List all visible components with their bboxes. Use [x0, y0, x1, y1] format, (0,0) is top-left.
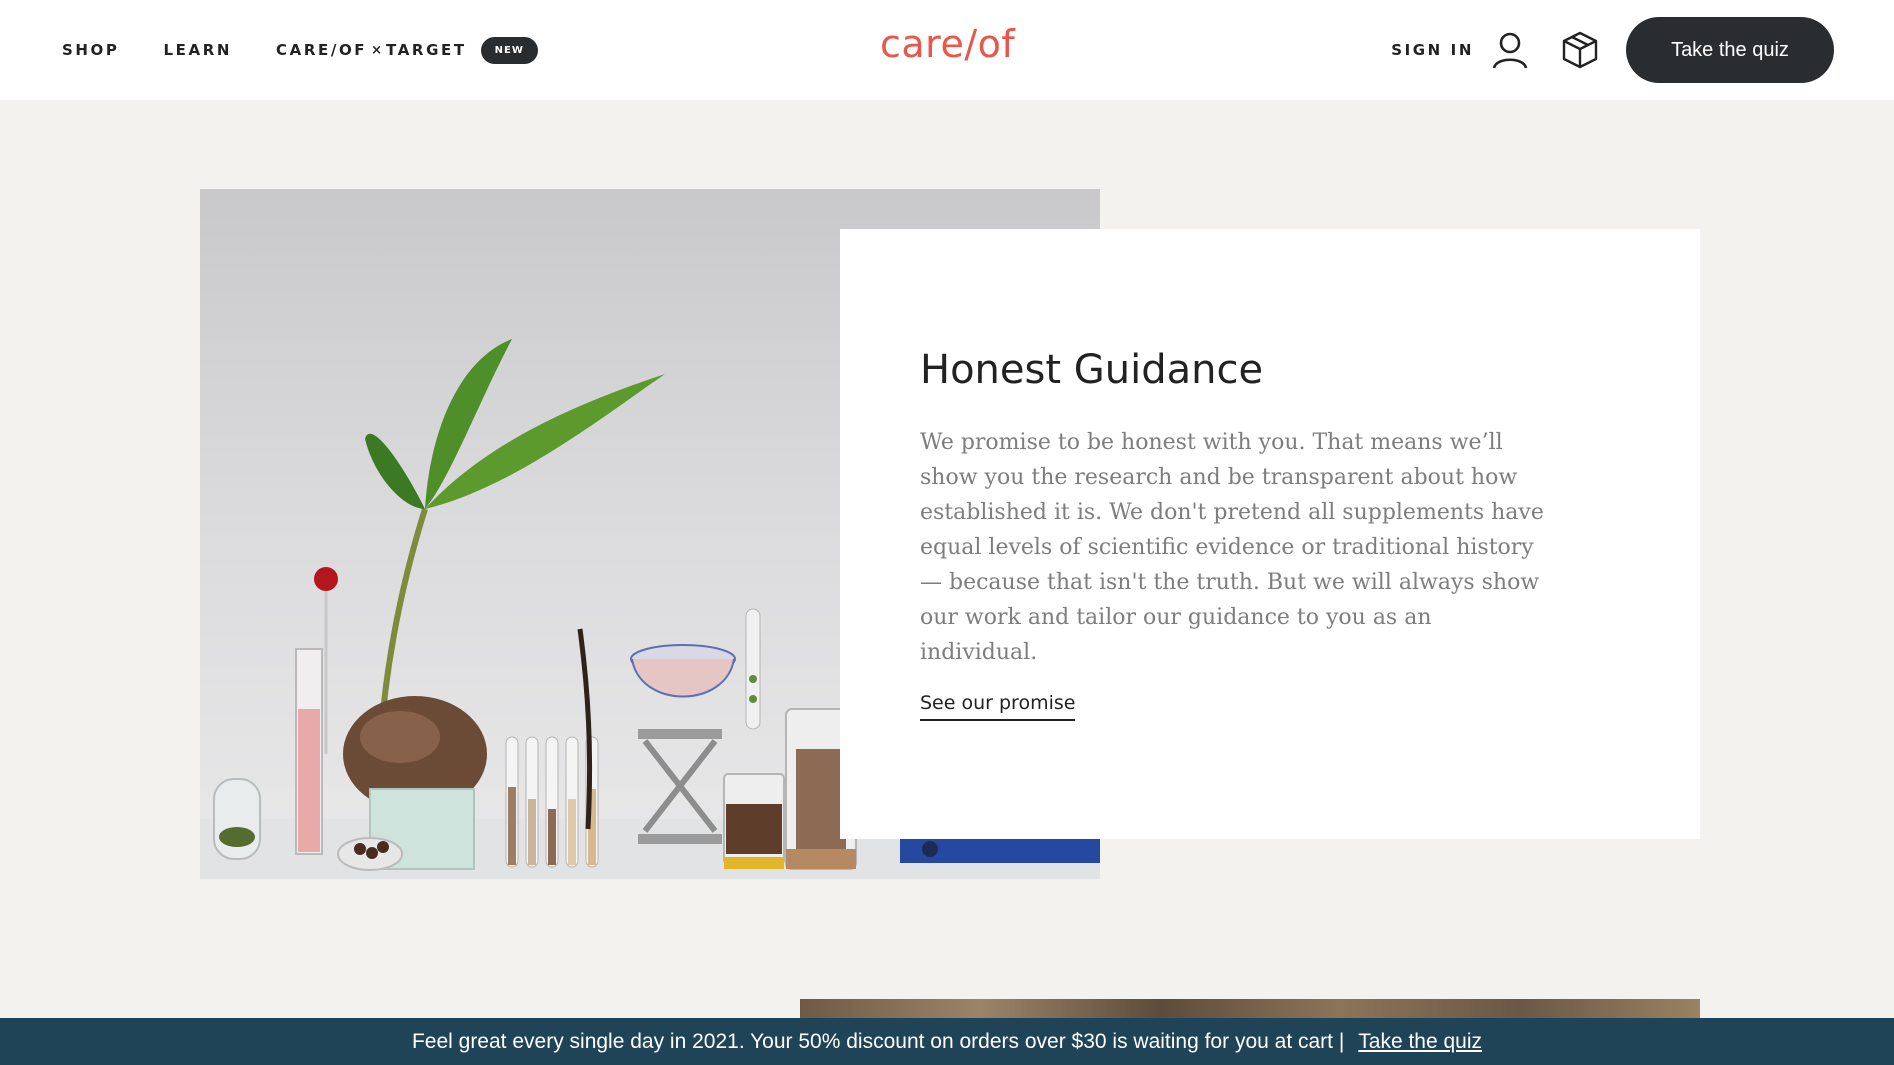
nav-careof-target-x: ×: [371, 42, 383, 58]
nav-shop[interactable]: SHOP: [62, 41, 120, 59]
account-icon[interactable]: [1490, 30, 1530, 70]
site-header: SHOP LEARN CARE/OF × TARGET NEW care/of …: [0, 0, 1894, 100]
site-logo[interactable]: care/of: [880, 22, 1015, 66]
nav-learn[interactable]: LEARN: [164, 41, 233, 59]
promo-banner: Feel great every single day in 2021. You…: [0, 1018, 1894, 1065]
see-our-promise-link[interactable]: See our promise: [920, 692, 1076, 721]
card-body: We promise to be honest with you. That m…: [920, 430, 1544, 665]
nav-careof-target-right: TARGET: [386, 41, 467, 59]
nav-careof-target-left: CARE/OF: [276, 41, 368, 59]
card-title: Honest Guidance: [920, 347, 1264, 393]
primary-nav: SHOP LEARN CARE/OF × TARGET NEW: [62, 0, 538, 100]
sign-in-link[interactable]: SIGN IN: [1391, 41, 1474, 59]
nav-careof-target[interactable]: CARE/OF × TARGET NEW: [276, 36, 538, 64]
promo-take-quiz-link[interactable]: Take the quiz: [1358, 1030, 1482, 1054]
promo-text: Feel great every single day in 2021. You…: [411, 1029, 1345, 1053]
utility-nav: SIGN IN Take the quiz: [1391, 0, 1834, 100]
new-badge: NEW: [480, 36, 538, 64]
box-icon[interactable]: [1560, 30, 1600, 70]
honest-guidance-card: Honest Guidance We promise to be honest …: [840, 229, 1700, 839]
take-quiz-button[interactable]: Take the quiz: [1626, 17, 1834, 83]
